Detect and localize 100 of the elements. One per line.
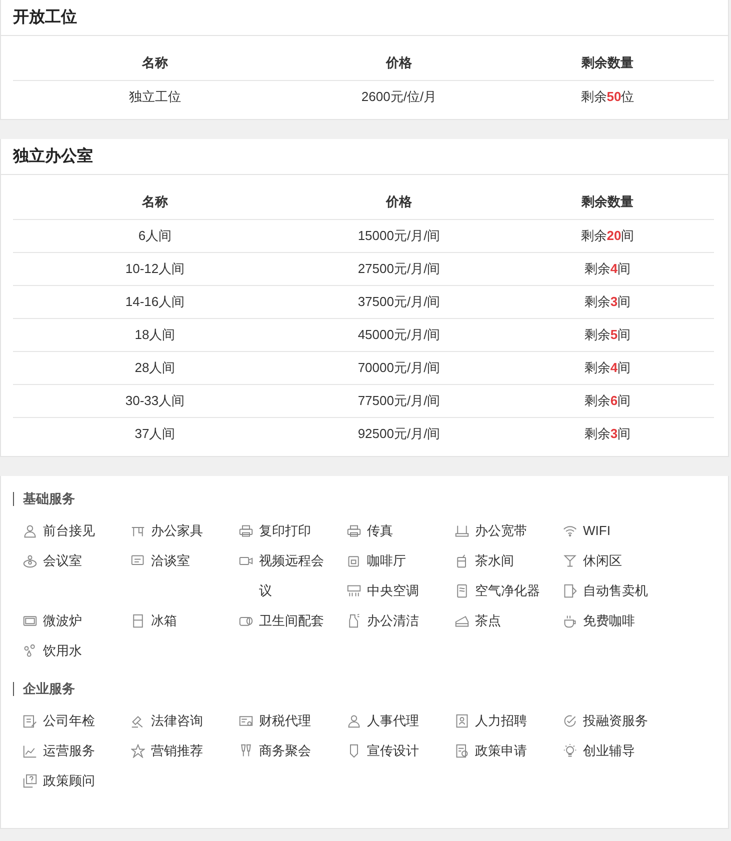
table-cell: 28人间: [134, 359, 176, 377]
service-label: 办公宽带: [475, 522, 528, 540]
column-header: 价格: [386, 193, 412, 211]
tax-card-icon: [239, 714, 253, 728]
service-label: 营销推荐: [151, 742, 204, 760]
table-cell: 45000元/月/间: [358, 326, 440, 344]
person-icon: [23, 524, 37, 538]
table-cell: 37500元/月/间: [358, 293, 440, 311]
service-label: 法律咨询: [151, 712, 204, 730]
person-icon: [347, 714, 361, 728]
service-label: 商务聚会: [259, 742, 312, 760]
air-purifier-icon: [455, 584, 469, 598]
service-label: 人事代理: [367, 712, 420, 730]
table-cell: 剩余50位: [580, 88, 634, 106]
bookmark-icon: [347, 744, 361, 758]
service-label: 前台接见: [43, 522, 96, 540]
water-drops-icon: [23, 644, 37, 658]
drink-icon: [455, 554, 469, 568]
table-cell: 18人间: [134, 326, 176, 344]
service-label: 视频远程会议: [259, 552, 325, 600]
service-label: 茶点: [475, 612, 502, 630]
table-cell: 剩余3间: [584, 425, 631, 443]
service-label: 办公清洁: [367, 612, 420, 630]
section-title: 基础服务: [23, 490, 75, 508]
section-title: 独立办公室: [13, 146, 93, 167]
column-header: 名称: [142, 193, 168, 211]
table-cell: 剩余4间: [584, 359, 631, 377]
question-icon: [23, 774, 37, 788]
service-label: 创业辅导: [583, 742, 636, 760]
service-label: 自动售卖机: [583, 582, 649, 600]
table-cell: 37人间: [134, 425, 176, 443]
wifi-icon: [563, 524, 577, 538]
clipboard-pen-icon: [23, 714, 37, 728]
service-label: 空气净化器: [475, 582, 541, 600]
router-icon: [455, 524, 469, 538]
section-title: 开放工位: [13, 8, 77, 28]
line-chart-icon: [23, 744, 37, 758]
cocktail-glass-icon: [563, 554, 577, 568]
table-cell: 14-16人间: [125, 293, 185, 311]
column-header: 价格: [386, 54, 412, 72]
printer-icon: [239, 524, 253, 538]
meeting-icon: [23, 554, 37, 568]
service-label: 休闲区: [583, 552, 623, 570]
table-cell: 剩余6间: [584, 392, 631, 410]
table-cell: 30-33人间: [125, 392, 185, 410]
service-label: 财税代理: [259, 712, 312, 730]
coffee-cup-icon: [563, 614, 577, 628]
table-cell: 剩余20间: [580, 227, 634, 245]
service-label: 人力招聘: [475, 712, 528, 730]
service-label: 投融资服务: [583, 712, 649, 730]
table-cell: 15000元/月/间: [358, 227, 440, 245]
table-cell: 77500元/月/间: [358, 392, 440, 410]
air-conditioner-icon: [347, 584, 361, 598]
table-cell: 92500元/月/间: [358, 425, 440, 443]
table-cell: 剩余5间: [584, 326, 631, 344]
microwave-icon: [23, 614, 37, 628]
cake-icon: [455, 614, 469, 628]
table-cell: 独立工位: [129, 88, 181, 106]
printer-icon: [347, 524, 361, 538]
service-label: 办公家具: [151, 522, 204, 540]
service-label: 公司年检: [43, 712, 96, 730]
column-header: 剩余数量: [582, 193, 634, 211]
service-label: 中央空调: [367, 582, 420, 600]
table-cell: 2600元/位/月: [361, 88, 437, 106]
service-label: 传真: [367, 522, 394, 540]
table-cell: 剩余4间: [584, 260, 631, 278]
light-bulb-icon: [563, 744, 577, 758]
table-cell: 70000元/月/间: [358, 359, 440, 377]
check-circle-icon: [563, 714, 577, 728]
video-camera-icon: [239, 554, 253, 568]
service-label: WIFI: [583, 522, 612, 540]
star-icon: [131, 744, 145, 758]
gavel-icon: [131, 714, 145, 728]
spray-bottle-icon: [347, 614, 361, 628]
id-badge-icon: [455, 714, 469, 728]
service-label: 微波炉: [43, 612, 83, 630]
service-label: 宣传设计: [367, 742, 420, 760]
fridge-icon: [131, 614, 145, 628]
service-label: 冰箱: [151, 612, 178, 630]
service-label: 会议室: [43, 552, 83, 570]
table-cell: 6人间: [138, 227, 172, 245]
section-title: 企业服务: [23, 680, 75, 698]
service-label: 洽谈室: [151, 552, 191, 570]
service-label: 饮用水: [43, 642, 83, 660]
service-label: 复印打印: [259, 522, 312, 540]
column-header: 名称: [142, 54, 168, 72]
table-cell: 10-12人间: [125, 260, 185, 278]
champagne-glasses-icon: [239, 744, 253, 758]
service-label: 政策顾问: [43, 772, 96, 790]
column-header: 剩余数量: [582, 54, 634, 72]
table-cell: 27500元/月/间: [358, 260, 440, 278]
service-label: 咖啡厅: [367, 552, 407, 570]
desk-icon: [131, 524, 145, 538]
service-label: 免费咖啡: [583, 612, 636, 630]
service-label: 运营服务: [43, 742, 96, 760]
table-cell: 剩余3间: [584, 293, 631, 311]
service-label: 卫生间配套: [259, 612, 325, 630]
form-icon: [455, 744, 469, 758]
service-label: 政策申请: [475, 742, 528, 760]
service-label: 茶水间: [475, 552, 515, 570]
